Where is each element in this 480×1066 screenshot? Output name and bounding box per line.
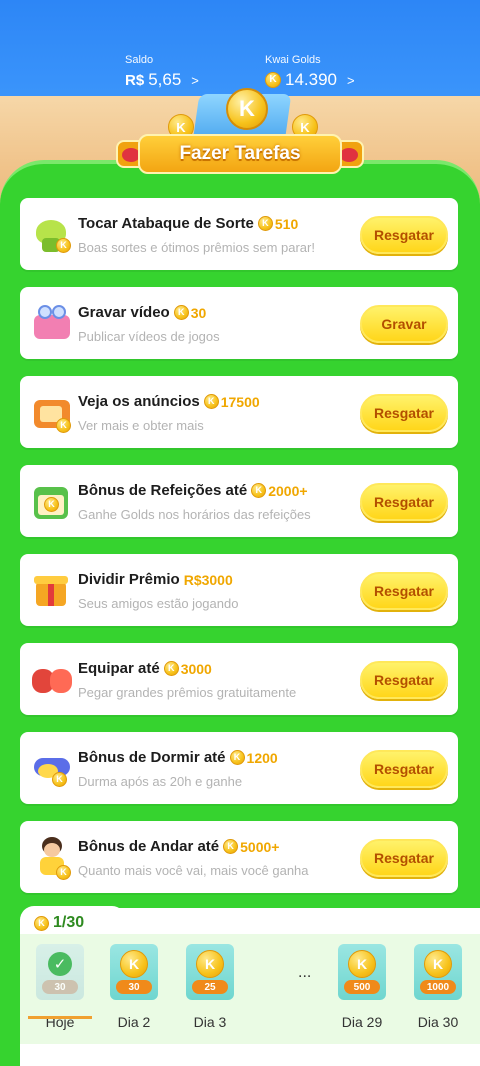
task-subtitle: Publicar vídeos de jogos [78,329,220,344]
task-reward: 3000 [180,660,212,677]
checkin-day[interactable]: K 500 Dia 29 [338,944,386,1030]
selected-indicator [28,1016,92,1019]
gift-box-icon [30,568,74,612]
day-label: Dia 2 [117,1014,151,1030]
gold-coin-icon: K [163,661,179,676]
task-reward: 1200 [246,749,278,766]
checkin-day[interactable]: K 25 Dia 3 [186,944,234,1030]
golds-value: 14.390 [285,70,337,89]
checkin-day[interactable]: K 30 Dia 2 [110,944,158,1030]
task-reward: 2000+ [268,482,308,499]
gold-coin-icon: K [229,750,245,765]
task-card: K Bônus de Andar até K 5000+ Quanto mais … [20,821,458,893]
gold-coin-icon: K [257,216,273,231]
gold-coin-icon: K [348,950,376,978]
resgatar-button[interactable]: Resgatar [360,216,448,254]
checkmark-icon: ✓ [48,952,72,976]
next-section-card [20,1056,458,1066]
day-amount: 30 [42,980,78,994]
task-subtitle: Boas sortes e ótimos prêmios sem parar! [78,240,315,255]
task-card: K Veja os anúncios K 17500 Ver mais e obt… [20,376,458,448]
day-amount: 25 [192,980,228,994]
checkin-progress: K 1/30 [34,914,84,932]
header-bar [0,0,480,100]
chevron-right-icon: > [347,72,355,88]
resgatar-button[interactable]: Resgatar [360,839,448,877]
resgatar-button[interactable]: Resgatar [360,572,448,610]
resgatar-button[interactable]: Resgatar [360,394,448,432]
day-amount: 1000 [420,980,456,994]
gold-coin-icon: K [173,305,189,320]
task-reward: 30 [190,304,207,321]
task-subtitle: Ganhe Golds nos horários das refeições [78,507,311,522]
resgatar-button[interactable]: Resgatar [360,750,448,788]
task-card: K Tocar Atabaque de Sorte K 510 Boas sort… [20,198,458,270]
task-card: Equipar até K 3000 Pegar grandes prêmios … [20,643,458,715]
day-amount: 30 [116,980,152,994]
saldo-label: Saldo [125,54,154,66]
video-record-icon [30,301,74,345]
task-card: Gravar vídeo K 30 Publicar vídeos de jogo… [20,287,458,359]
day-amount: 500 [344,980,380,994]
atabaque-icon: K [30,212,74,256]
gold-coin-icon: K [424,950,452,978]
gold-coin-icon: K [34,915,49,931]
task-title: Equipar até [78,660,160,677]
saldo-balance[interactable]: Saldo R$ 5,65 > [125,54,199,90]
saldo-currency: R$ [125,71,145,89]
boxing-gloves-icon [30,657,74,701]
resgatar-button[interactable]: Resgatar [360,661,448,699]
task-card: Dividir Prêmio R$3000 Seus amigos estão … [20,554,458,626]
task-card: K Bônus de Refeições até K 2000+ Ganhe Go… [20,465,458,537]
gold-coin-icon: K [265,72,281,88]
task-reward: R$3000 [183,571,233,588]
task-subtitle: Pegar grandes prêmios gratuitamente [78,685,297,700]
sleep-moon-icon: K [30,746,74,790]
tv-ads-icon: K [30,390,74,434]
banner-title: Fazer Tarefas [138,134,342,174]
chevron-right-icon: > [191,72,199,88]
task-title: Veja os anúncios [78,393,200,410]
day-label: Dia 3 [193,1014,227,1030]
gold-coin-icon: K [196,950,224,978]
task-title: Gravar vídeo [78,304,170,321]
task-title: Bônus de Refeições até [78,482,248,499]
gold-coin-icon: K [120,950,148,978]
gold-coin-icon: K [251,483,267,498]
task-reward: 5000+ [240,838,280,855]
checkin-day[interactable]: K 1000 Dia 30 [414,944,462,1030]
gravar-button[interactable]: Gravar [360,305,448,343]
meal-calendar-icon: K [30,479,74,523]
walking-boy-icon: K [30,835,74,880]
gold-coin-icon: K [226,88,268,130]
task-reward: 17500 [220,393,260,410]
golds-label: Kwai Golds [265,54,321,66]
day-label: Dia 30 [417,1014,459,1030]
gold-coin-icon: K [223,839,239,854]
days-ellipsis: ... [298,964,312,981]
gold-coin-icon: K [203,394,219,409]
task-card: K Bônus de Dormir até K 1200 Durma após a… [20,732,458,804]
checkin-strip [20,934,480,1044]
task-subtitle: Ver mais e obter mais [78,418,204,433]
checkin-progress-text: 1/30 [53,914,85,931]
task-subtitle: Seus amigos estão jogando [78,596,239,611]
golds-balance[interactable]: Kwai Golds K 14.390 > [265,54,355,90]
daily-checkin: K 1/30 ✓ 30 Hoje K 30 Dia 2 K 25 Dia 3 .… [20,906,480,1066]
task-title: Bônus de Andar até [78,838,220,855]
task-title: Tocar Atabaque de Sorte [78,215,254,232]
task-reward: 510 [274,215,299,232]
checkin-day[interactable]: ✓ 30 Hoje [28,944,92,1030]
bird-icon [340,148,358,162]
saldo-value: 5,65 [148,70,182,89]
task-subtitle: Quanto mais você vai, mais você ganha [78,863,309,878]
day-label: Dia 29 [341,1014,383,1030]
task-subtitle: Durma após as 20h e ganhe [78,774,243,789]
task-title: Bônus de Dormir até [78,749,226,766]
tasks-banner: K K K Fazer Tarefas [108,88,372,188]
resgatar-button[interactable]: Resgatar [360,483,448,521]
task-title: Dividir Prêmio [78,571,180,588]
